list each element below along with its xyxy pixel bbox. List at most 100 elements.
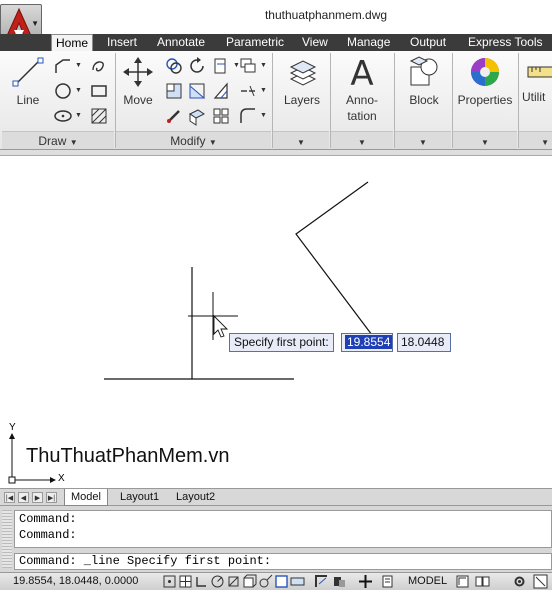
tab-output[interactable]: Output [406,34,450,51]
copy-tool[interactable] [164,56,184,76]
chevron-down-icon[interactable]: ▼ [260,87,267,94]
drawing-canvas[interactable]: Y X ThuThuatPhanMem.vn Specify first poi… [0,156,552,488]
3d-object-snap-icon[interactable] [242,574,257,589]
chevron-down-icon[interactable]: ▼ [260,112,267,119]
polyline-tool[interactable] [53,56,73,76]
text-a-icon: A [350,55,373,89]
ellipse-tool[interactable] [53,106,73,126]
layers-icon [289,60,317,86]
status-bar: 19.8554, 18.0448, 0.0000 MODEL [0,572,552,590]
fillet-curve-icon [240,108,255,123]
chevron-down-icon[interactable]: ▼ [260,62,267,69]
rotate-icon [190,57,204,73]
tab-express-tools[interactable]: Express Tools [464,34,546,51]
tab-home[interactable]: Home [51,34,94,51]
move-tool-button[interactable]: Move [118,55,158,108]
model-space-toggle[interactable]: MODEL [408,575,447,587]
utilities-button[interactable]: Utilit [522,55,552,105]
object-snap-tracking-icon[interactable] [258,574,273,589]
block-label: Block [409,93,439,107]
ellipse-icon [54,110,72,122]
quick-properties-icon[interactable] [358,574,373,589]
lineweight-icon[interactable] [314,574,329,589]
tab-layout1[interactable]: Layout1 [114,489,165,506]
chevron-down-icon[interactable]: ▼ [75,62,82,69]
rectangle-icon [91,85,107,97]
grid-display-icon[interactable] [178,574,193,589]
coordinate-readout[interactable]: 19.8554, 18.0448, 0.0000 [13,575,138,587]
rotate-tool[interactable] [187,56,207,76]
ucs-toggle-icon[interactable] [274,574,289,589]
mirror-tool[interactable] [164,81,184,101]
layout-icon[interactable] [455,574,470,589]
offset-icon [241,85,255,97]
properties-panel-title[interactable]: ▼ [453,131,517,149]
annotation-panel-title[interactable]: ▼ [331,131,393,149]
spline-tool[interactable] [89,56,109,76]
array-tool[interactable] [187,106,207,126]
draw-panel-title[interactable]: Draw ▼ [2,131,114,149]
tab-annotate[interactable]: Annotate [153,34,209,51]
mouse-pointer-icon [213,314,229,338]
line-tool-button[interactable]: Line [8,55,48,108]
brush-icon [167,110,180,123]
move-icon [123,57,153,87]
block-panel-title[interactable]: ▼ [395,131,451,149]
dynamic-input-prompt: Specify first point: [229,333,334,352]
title-bar: ▼ thuthuatphanmem.dwg [0,0,552,46]
chevron-down-icon: ▼ [208,138,217,147]
trim-tool[interactable] [211,56,231,76]
polyline-icon [55,59,70,73]
layout-tab-bar: |◀ ◀ ▶ ▶| Model Layout1 Layout2 [0,488,552,506]
chevron-down-icon[interactable]: ▼ [75,112,82,119]
circle-tool[interactable] [53,81,73,101]
dynamic-input-y-field[interactable]: 18.0448 [397,333,451,352]
chamfer-tool[interactable] [238,106,258,126]
tab-manage[interactable]: Manage [343,34,394,51]
offset-tool[interactable] [238,81,258,101]
scale-tool[interactable] [211,81,231,101]
dynamic-input-icon[interactable] [290,574,305,589]
dynamic-input-x-field[interactable]: 19.8554 [341,333,393,352]
command-input[interactable]: Command: _line Specify first point: [14,553,552,570]
explode-tool[interactable] [238,56,258,76]
last-layout-icon[interactable]: ▶| [46,492,57,503]
annotation-label-1: Anno- [345,93,379,107]
hatch-tool[interactable] [89,106,109,126]
modify-panel-title[interactable]: Modify ▼ [116,131,271,149]
command-window-grip[interactable] [2,510,12,568]
prev-layout-icon[interactable]: ◀ [18,492,29,503]
chevron-down-icon[interactable]: ▼ [75,87,82,94]
stretch-tool[interactable] [164,106,184,126]
utilities-panel-title[interactable]: ▼ [519,131,552,149]
properties-button[interactable]: Properties [456,55,514,108]
clean-screen-icon[interactable] [533,574,548,589]
next-layout-icon[interactable]: ▶ [32,492,43,503]
tab-model[interactable]: Model [64,489,108,506]
chevron-down-icon: ▼ [297,138,305,147]
ucs-x-arrow-icon [50,477,56,483]
rectangle-tool[interactable] [89,81,109,101]
ortho-mode-icon[interactable] [194,574,209,589]
polar-tracking-icon[interactable] [210,574,225,589]
workspace-switching-icon[interactable] [512,574,527,589]
first-layout-icon[interactable]: |◀ [4,492,15,503]
snap-mode-icon[interactable] [162,574,177,589]
quick-view-layouts-icon[interactable] [475,574,490,589]
block-button[interactable]: Block [400,55,448,108]
layers-button[interactable]: Layers [278,55,326,108]
layers-panel-title[interactable]: ▼ [273,131,329,149]
tab-parametric[interactable]: Parametric [222,34,288,51]
object-snap-icon[interactable] [226,574,241,589]
tab-layout2[interactable]: Layout2 [170,489,221,506]
selection-cycling-icon[interactable] [380,574,395,589]
grid-array-icon [213,108,229,124]
rectangular-array-tool[interactable] [211,106,231,126]
dynamic-input-x-value[interactable]: 19.8554 [345,335,393,349]
annotation-button[interactable]: A Anno- tation [336,55,388,124]
transparency-icon[interactable] [332,574,347,589]
fillet-tool[interactable] [187,81,207,101]
line-label: Line [16,93,40,107]
tab-view[interactable]: View [298,34,332,51]
tab-insert[interactable]: Insert [103,34,141,51]
